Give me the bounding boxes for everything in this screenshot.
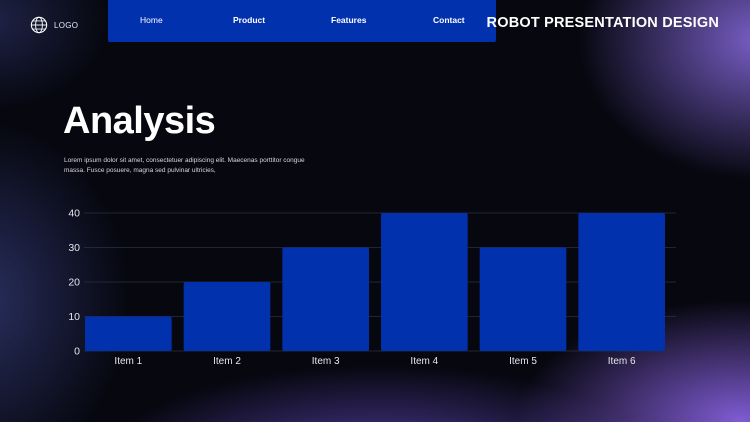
y-tick-label: 10 <box>68 311 80 323</box>
bar <box>282 247 369 351</box>
x-tick-label: Item 6 <box>608 356 636 367</box>
bar <box>183 282 271 351</box>
y-tick-label: 40 <box>68 208 80 220</box>
bar-chart: 0 10 20 30 40 Item 1 Item 2 Item 3 Item 4 Item 5 I… <box>68 208 676 367</box>
bar <box>381 213 468 351</box>
y-tick-label: 20 <box>68 277 80 289</box>
bar <box>85 316 172 351</box>
bar <box>479 247 567 351</box>
x-tick-label: Item 2 <box>213 356 241 367</box>
x-tick-label: Item 5 <box>509 356 537 367</box>
x-tick-label: Item 4 <box>410 356 438 367</box>
y-tick-label: 30 <box>68 242 80 254</box>
y-tick-label: 0 <box>74 346 80 358</box>
x-tick-label: Item 3 <box>312 356 340 367</box>
bar <box>578 213 665 351</box>
x-tick-label: Item 1 <box>114 356 142 367</box>
